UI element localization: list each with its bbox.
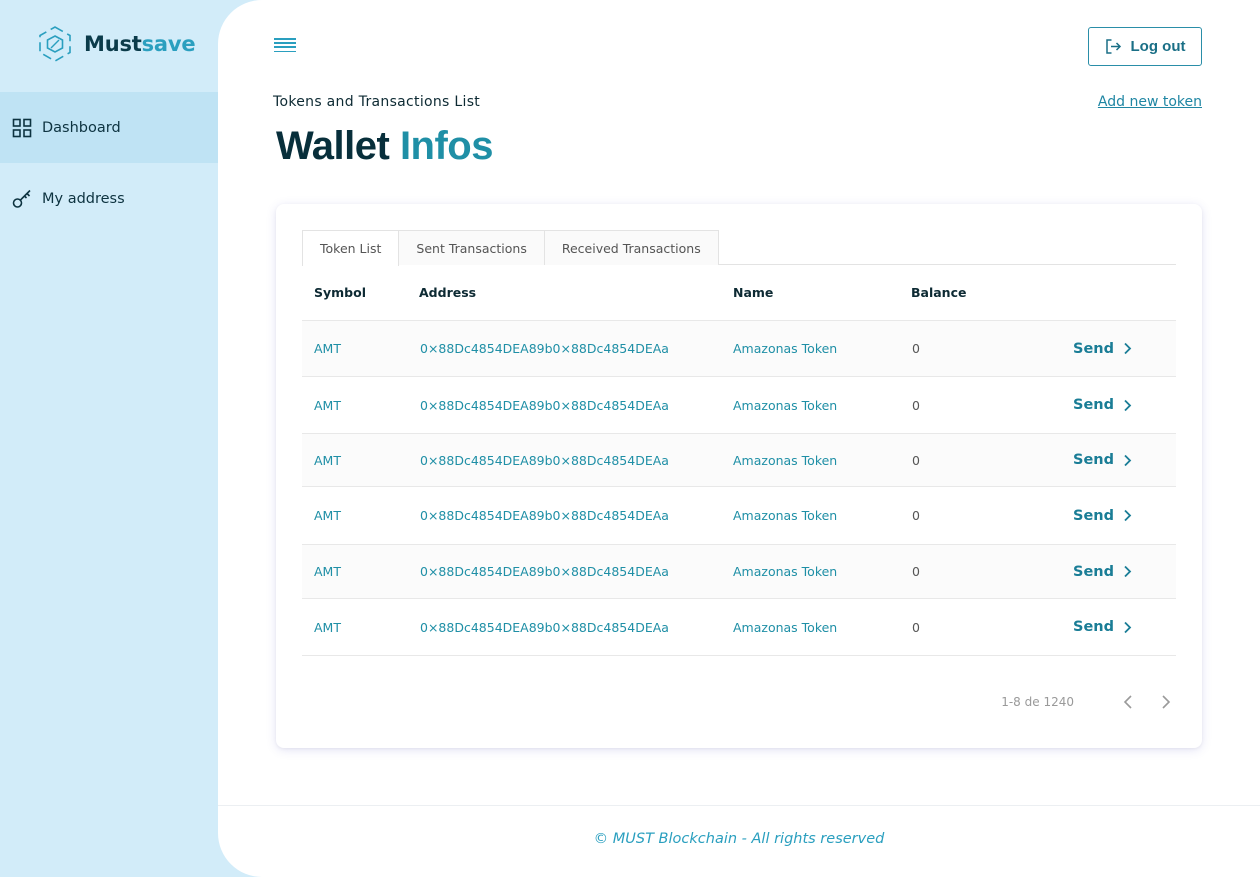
page-subtitle: Tokens and Transactions List [273,94,481,110]
footer-divider [218,805,1260,806]
tab-received-transactions[interactable]: Received Transactions [543,230,719,265]
column-header-symbol: Symbol [314,285,366,300]
cell-address: 0×88Dc4854DEA89b0×88Dc4854DEAa [420,452,669,468]
chevron-right-icon [1124,621,1132,633]
cell-symbol: AMT [314,564,341,579]
cell-name: Amazonas Token [733,397,838,413]
cell-name: Amazonas Token [733,564,838,579]
cell-balance: 0 [912,564,920,579]
tab-bar: Token List Sent Transactions Received Tr… [302,230,1176,266]
send-label: Send [1073,619,1114,635]
send-label: Send [1073,563,1114,580]
pagination-range: 1-8 de 1240 [1001,695,1074,709]
logout-button[interactable]: Log out [1088,27,1202,66]
table-row: AMT 0×88Dc4854DEA89b0×88Dc4854DEAa Amazo… [302,377,1176,434]
cell-balance: 0 [912,397,920,413]
send-label: Send [1073,397,1114,413]
main-content: Log out Tokens and Transactions List Add… [218,0,1260,877]
brand-name-must: Must [84,32,142,56]
page-title-main: Wallet [276,124,390,168]
send-button[interactable]: Send [1073,434,1133,486]
logout-label: Log out [1130,38,1186,55]
wallet-card: Token List Sent Transactions Received Tr… [276,204,1202,748]
cell-balance: 0 [912,341,920,356]
send-label: Send [1073,340,1114,357]
table-row: AMT 0×88Dc4854DEA89b0×88Dc4854DEAa Amazo… [302,599,1176,656]
app-root: Mustsave Dashboard My address Log out To… [0,0,1260,877]
previous-page-button[interactable] [1118,692,1138,712]
cell-address: 0×88Dc4854DEA89b0×88Dc4854DEAa [420,564,669,579]
column-header-balance: Balance [911,285,967,300]
cell-symbol: AMT [314,619,341,635]
send-button[interactable]: Send [1073,599,1133,655]
table-header: Symbol Address Name Balance [302,265,1176,321]
chevron-right-icon [1124,399,1132,411]
cell-balance: 0 [912,452,920,468]
send-button[interactable]: Send [1073,487,1133,544]
cell-balance: 0 [912,508,920,523]
cell-symbol: AMT [314,452,341,468]
cell-symbol: AMT [314,508,341,523]
chevron-left-icon [1123,695,1132,709]
menu-toggle-icon[interactable] [274,38,296,54]
cell-address: 0×88Dc4854DEA89b0×88Dc4854DEAa [420,619,669,635]
send-label: Send [1073,507,1114,524]
next-page-button[interactable] [1156,692,1176,712]
table-row: AMT 0×88Dc4854DEA89b0×88Dc4854DEAa Amazo… [302,545,1176,599]
send-label: Send [1073,452,1114,468]
cell-name: Amazonas Token [733,452,838,468]
column-header-address: Address [419,285,477,300]
table-row: AMT 0×88Dc4854DEA89b0×88Dc4854DEAa Amazo… [302,321,1176,377]
table-body: AMT 0×88Dc4854DEA89b0×88Dc4854DEAa Amazo… [302,321,1176,656]
cell-address: 0×88Dc4854DEA89b0×88Dc4854DEAa [420,508,669,523]
cell-name: Amazonas Token [733,341,838,356]
cell-address: 0×88Dc4854DEA89b0×88Dc4854DEAa [420,397,669,413]
cell-symbol: AMT [314,341,341,356]
sidebar: Mustsave Dashboard My address [0,0,218,877]
cell-name: Amazonas Token [733,508,838,523]
brand-logo[interactable]: Mustsave [34,25,196,63]
key-icon [12,189,31,208]
column-header-name: Name [733,285,774,300]
send-button[interactable]: Send [1073,321,1133,376]
sidebar-item-label: Dashboard [42,119,121,136]
sidebar-item-my-address[interactable]: My address [0,163,218,234]
chevron-right-icon [1124,454,1132,466]
brand-name: Mustsave [84,32,196,56]
grid-icon [12,118,32,137]
add-new-token-link[interactable]: Add new token [1098,94,1202,110]
cell-name: Amazonas Token [733,619,838,635]
brand-name-save: save [141,32,196,56]
mustsave-logo-icon [39,26,71,62]
logout-icon [1105,39,1121,54]
table-row: AMT 0×88Dc4854DEA89b0×88Dc4854DEAa Amazo… [302,434,1176,487]
chevron-right-icon [1124,342,1132,355]
send-button[interactable]: Send [1073,377,1133,433]
pagination: 1-8 de 1240 [1001,692,1176,712]
send-button[interactable]: Send [1073,545,1133,598]
footer-text: © MUST Blockchain - All rights reserved [593,831,885,847]
cell-balance: 0 [912,619,920,635]
chevron-right-icon [1162,695,1171,709]
chevron-right-icon [1124,565,1132,578]
page-title: Wallet Infos [276,124,493,169]
sidebar-item-dashboard[interactable]: Dashboard [0,92,218,163]
tab-token-list[interactable]: Token List [302,230,400,266]
page-title-accent: Infos [399,124,494,168]
tab-sent-transactions[interactable]: Sent Transactions [398,230,545,265]
sidebar-item-label: My address [42,190,125,207]
cell-address: 0×88Dc4854DEA89b0×88Dc4854DEAa [420,341,669,356]
chevron-right-icon [1124,509,1132,522]
table-row: AMT 0×88Dc4854DEA89b0×88Dc4854DEAa Amazo… [302,487,1176,545]
cell-symbol: AMT [314,397,341,413]
